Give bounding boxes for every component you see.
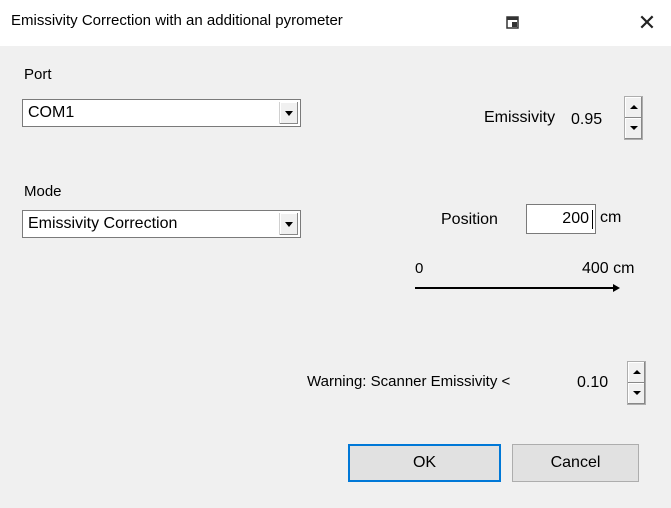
spin-up-icon[interactable] [625, 97, 642, 118]
spin-down-icon[interactable] [628, 383, 645, 404]
scale-max-label: 400 cm [582, 260, 635, 277]
dialog-body: Port COM1 Emissivity 0.95 Mode Emissivit… [0, 46, 671, 508]
emissivity-value: 0.95 [571, 111, 603, 128]
mode-select[interactable]: Emissivity Correction [22, 210, 301, 238]
chevron-down-icon[interactable] [279, 102, 298, 124]
position-scale-line [415, 287, 615, 289]
spin-down-icon[interactable] [625, 118, 642, 139]
title-bar: Emissivity Correction with an additional… [0, 0, 671, 46]
position-input-value: 200 [562, 210, 589, 227]
port-label: Port [24, 66, 52, 83]
emissivity-spinner[interactable] [624, 96, 643, 140]
position-label: Position [441, 211, 498, 228]
position-input[interactable]: 200 [526, 204, 596, 234]
chevron-down-icon[interactable] [279, 213, 298, 235]
port-select-value: COM1 [28, 104, 75, 121]
cancel-button[interactable]: Cancel [512, 444, 639, 482]
position-unit: cm [600, 209, 622, 226]
warning-value: 0.10 [577, 374, 609, 391]
emissivity-label: Emissivity [484, 109, 556, 126]
text-caret [592, 210, 593, 229]
arrow-right-icon [613, 284, 620, 292]
close-button[interactable]: ✕ [634, 10, 660, 36]
scale-min-label: 0 [415, 260, 424, 277]
warning-spinner[interactable] [627, 361, 646, 405]
mode-select-value: Emissivity Correction [28, 215, 178, 232]
spin-up-icon[interactable] [628, 362, 645, 383]
port-select[interactable]: COM1 [22, 99, 301, 127]
warning-label: Warning: Scanner Emissivity < [307, 373, 511, 390]
window-title: Emissivity Correction with an additional… [11, 12, 343, 29]
window-mode-icon[interactable] [506, 16, 520, 30]
mode-label: Mode [24, 183, 62, 200]
ok-button[interactable]: OK [348, 444, 501, 482]
